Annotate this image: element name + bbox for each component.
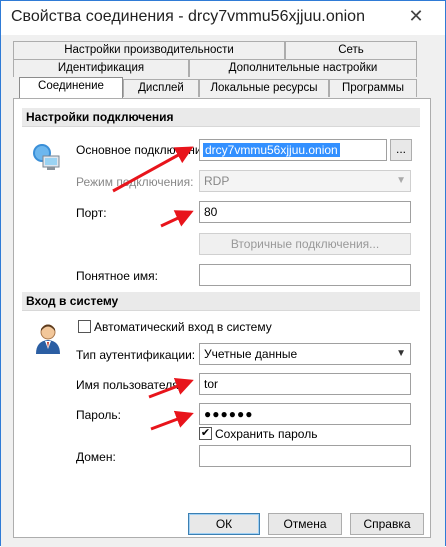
browse-button[interactable]: ... — [390, 139, 412, 161]
tab-identification[interactable]: Идентификация — [13, 59, 189, 77]
title-bar: Свойства соединения - drcy7vmmu56xjjuu.o… — [1, 1, 445, 35]
auth-type-label: Тип аутентификации: — [76, 348, 196, 362]
cancel-button[interactable]: Отмена — [268, 513, 342, 535]
password-label: Пароль: — [76, 408, 121, 422]
chevron-down-icon: ▼ — [396, 175, 406, 186]
friendly-name-input[interactable] — [199, 264, 411, 286]
primary-connection-label: Основное подключение — [76, 143, 209, 157]
tab-performance[interactable]: Настройки производительности — [13, 41, 285, 59]
port-input[interactable]: 80 — [199, 201, 411, 223]
close-icon[interactable]: ✕ — [401, 7, 431, 27]
connection-mode-label: Режим подключения: — [76, 175, 194, 189]
tab-network[interactable]: Сеть — [285, 41, 417, 59]
friendly-name-label: Понятное имя: — [76, 269, 159, 283]
window-title: Свойства соединения - drcy7vmmu56xjjuu.o… — [11, 8, 365, 25]
save-password-checkbox[interactable]: ✔ — [199, 427, 212, 440]
user-icon — [36, 324, 60, 354]
username-label: Имя пользователя: — [76, 378, 183, 392]
computer-icon — [33, 144, 60, 170]
login-section-title: Вход в систему — [22, 292, 420, 311]
tab-panel-connection: Настройки подключения Основное подключен… — [13, 98, 431, 538]
primary-connection-value: drcy7vmmu56xjjuu.onion — [203, 143, 340, 157]
auth-type-select[interactable]: Учетные данные ▼ — [199, 343, 411, 365]
ok-button[interactable]: ОК — [188, 513, 260, 535]
port-label: Порт: — [76, 206, 107, 220]
connection-mode-value: RDP — [204, 174, 230, 188]
password-input[interactable]: ●●●●●● — [199, 403, 411, 425]
auto-login-checkbox[interactable] — [78, 320, 91, 333]
primary-connection-input[interactable]: drcy7vmmu56xjjuu.onion — [199, 139, 387, 161]
help-button[interactable]: Справка — [350, 513, 424, 535]
tab-programs[interactable]: Программы — [329, 79, 417, 97]
connection-section-title: Настройки подключения — [22, 108, 420, 127]
secondary-connections-button[interactable]: Вторичные подключения... — [199, 233, 411, 255]
auth-type-value: Учетные данные — [204, 347, 298, 361]
tab-local-resources[interactable]: Локальные ресурсы — [199, 79, 329, 97]
save-password-label: Сохранить пароль — [215, 427, 318, 441]
domain-label: Домен: — [76, 450, 116, 464]
tab-display[interactable]: Дисплей — [123, 79, 199, 97]
domain-input[interactable] — [199, 445, 411, 467]
tab-advanced[interactable]: Дополнительные настройки — [189, 59, 417, 77]
chevron-down-icon: ▼ — [396, 348, 406, 359]
username-input[interactable]: tor — [199, 373, 411, 395]
connection-properties-window: Свойства соединения - drcy7vmmu56xjjuu.o… — [0, 0, 446, 547]
connection-mode-select[interactable]: RDP ▼ — [199, 170, 411, 192]
tab-connection[interactable]: Соединение — [19, 77, 123, 98]
dialog-client: Настройки производительности Сеть Иденти… — [1, 35, 445, 547]
auto-login-label: Автоматический вход в систему — [94, 320, 272, 334]
